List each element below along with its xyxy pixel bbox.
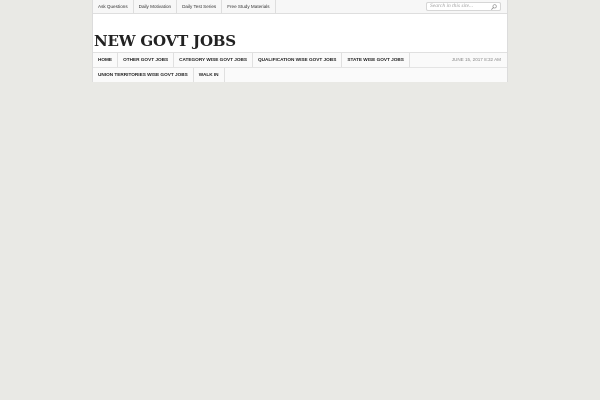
top-link-daily-motivation[interactable]: Daily Motivation [134,0,178,13]
site-title[interactable]: NEW GOVT JOBS [94,32,236,50]
top-link-free-study-materials[interactable]: Free Study Materials [222,0,276,13]
current-date: JUNE 15, 2017 8:32 AM [451,57,501,62]
nav-item-other-govt-jobs[interactable]: OTHER GOVT JOBS [118,53,175,67]
search-input[interactable] [427,2,490,10]
nav-item-walk-in[interactable]: WALK IN [194,68,225,82]
nav-item-home[interactable]: HOME [93,53,119,67]
nav-item-union-territories-wise-govt-jobs[interactable]: UNION TERRITORIES WISE GOVT JOBS [93,68,194,82]
search-icon[interactable] [491,3,497,10]
nav-item-state-wise-govt-jobs[interactable]: STATE WISE GOVT JOBS [342,53,410,67]
main-nav: HOME OTHER GOVT JOBS CATEGORY WISE GOVT … [93,52,507,82]
site-header: NEW GOVT JOBS Central Govt Vacancies, St… [93,14,507,57]
nav-item-qualification-wise-govt-jobs[interactable]: QUALIFICATION WISE GOVT JOBS [253,53,343,67]
search-box [426,1,501,11]
top-link-daily-test-series[interactable]: Daily Test Series [177,0,223,13]
top-utility-bar: Ask Questions Daily Motivation Daily Tes… [93,0,507,14]
nav-item-category-wise-govt-jobs[interactable]: CATEGORY WISE GOVT JOBS [174,53,254,67]
main-nav-row-1: HOME OTHER GOVT JOBS CATEGORY WISE GOVT … [93,53,507,68]
top-link-ask-questions[interactable]: Ask Questions [93,0,134,13]
main-nav-row-2: UNION TERRITORIES WISE GOVT JOBS WALK IN [93,68,507,82]
page-container: Ask Questions Daily Motivation Daily Tes… [92,0,508,82]
